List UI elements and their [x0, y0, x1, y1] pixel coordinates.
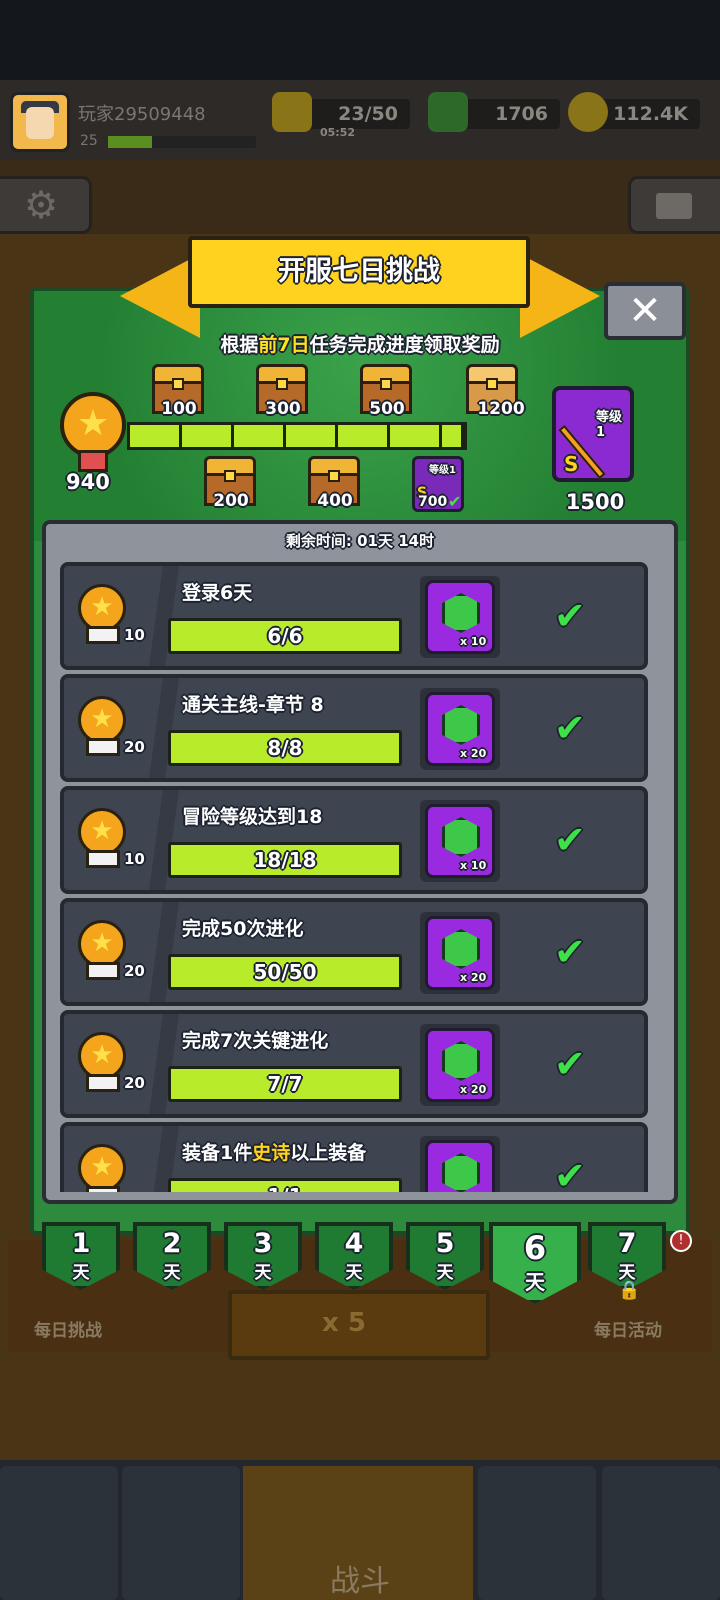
star-icon: ★: [76, 403, 110, 444]
task-row: ★ 10 冒险等级达到18 18/18 x 10 ✔: [60, 786, 648, 894]
coin-add-icon[interactable]: [568, 92, 608, 132]
fight-label: 战斗: [330, 1564, 390, 1599]
milestone-label-400: 400: [317, 491, 353, 511]
total-points: 940: [66, 470, 110, 494]
remaining-time: 剩余时间: 01天 14时: [285, 532, 435, 550]
check-icon: ✔: [554, 1154, 586, 1192]
milestone-label-300: 300: [265, 399, 301, 419]
star-icon: ★: [78, 1032, 126, 1080]
gem-reward[interactable]: x 10: [425, 580, 495, 654]
star-icon: ★: [78, 808, 126, 856]
nav-evolution[interactable]: [602, 1466, 720, 1600]
gem-icon: [442, 1153, 480, 1192]
check-icon: ✔: [554, 930, 586, 974]
gem-reward[interactable]: x 20: [425, 916, 495, 990]
popup-subtitle: 根据前7日任务完成进度领取奖励: [220, 334, 500, 356]
status-bar: [0, 0, 720, 80]
task-row: ★ 20 完成50次进化 50/50 x 20 ✔: [60, 898, 648, 1006]
gem-reward[interactable]: x 20: [425, 1028, 495, 1102]
task-name: 装备1件史诗以上装备: [182, 1142, 367, 1164]
task-name: 冒险等级达到18: [182, 806, 323, 828]
star-icon: ★: [78, 696, 126, 744]
check-icon: ✔: [554, 818, 586, 862]
energy-timer: 05:52: [320, 126, 356, 139]
task-points: 20: [124, 738, 145, 756]
screen: 玩家29509448 25 23/50 05:52 1706 112.4K ⚙ …: [0, 0, 720, 1600]
player-xp-bar: [108, 136, 256, 148]
check-icon: ✔: [554, 706, 586, 750]
task-name: 通关主线-章节 8: [182, 694, 324, 716]
gem-reward[interactable]: x 20: [425, 692, 495, 766]
nav-shop[interactable]: [0, 1466, 118, 1600]
mail-button[interactable]: [628, 176, 720, 234]
popup-title: 开服七日挑战: [188, 236, 530, 308]
settings-button[interactable]: ⚙: [0, 176, 92, 234]
task-points: 10: [124, 626, 145, 644]
gem-icon: [442, 593, 480, 633]
task-progress: 1/1: [168, 1178, 402, 1192]
task-list-box: 剩余时间: 01天 14时 ★ 10 登录6天 6/6 x 10 ✔ ★ 20 …: [42, 520, 678, 1204]
daily-challenge-label[interactable]: 每日挑战: [34, 1316, 102, 1341]
task-list[interactable]: ★ 10 登录6天 6/6 x 10 ✔ ★ 20 通关主线-章节 8 8/8 …: [60, 562, 660, 1192]
task-name: 完成50次进化: [182, 918, 304, 940]
task-points: 20: [124, 962, 145, 980]
check-icon: ✔: [554, 1042, 586, 1086]
gem-add-icon[interactable]: [428, 92, 468, 132]
task-progress: 7/7: [168, 1066, 402, 1102]
task-points: 10: [124, 850, 145, 868]
title-arrow-right: [520, 254, 600, 338]
gem-icon: [442, 929, 480, 969]
final-reward-sword[interactable]: 等级1 S: [552, 386, 634, 482]
task-progress: 6/6: [168, 618, 402, 654]
star-icon: ★: [78, 920, 126, 968]
daily-event-label[interactable]: 每日活动: [594, 1316, 662, 1341]
energy-icon[interactable]: [272, 92, 312, 132]
task-progress: 18/18: [168, 842, 402, 878]
task-row: ★ 装备1件史诗以上装备 1/1 ✔: [60, 1122, 648, 1192]
gem-reward[interactable]: x 10: [425, 804, 495, 878]
gem-icon: [442, 705, 480, 745]
notification-badge: !: [670, 1230, 692, 1252]
task-row: ★ 20 完成7次关键进化 7/7 x 20 ✔: [60, 1010, 648, 1118]
gem-icon: [442, 1041, 480, 1081]
energy-counter: 23/50: [302, 99, 410, 129]
gear-icon: ⚙: [24, 183, 59, 227]
task-row: ★ 10 登录6天 6/6 x 10 ✔: [60, 562, 648, 670]
avatar[interactable]: [10, 92, 70, 152]
task-name: 登录6天: [182, 582, 253, 604]
check-icon: ✔: [554, 594, 586, 638]
energy-cost: x 5: [322, 1308, 366, 1338]
task-name: 完成7次关键进化: [182, 1030, 329, 1052]
gem-icon: [442, 817, 480, 857]
milestone-label-500: 500: [369, 399, 405, 419]
close-icon: ✕: [628, 288, 662, 334]
energy-cost-panel: x 5: [228, 1290, 490, 1360]
star-icon: ★: [78, 584, 126, 632]
task-progress: 50/50: [168, 954, 402, 990]
nav-equipment[interactable]: [122, 1466, 240, 1600]
star-icon: ★: [78, 1144, 126, 1192]
player-name: 玩家29509448: [78, 104, 206, 125]
player-level: 25: [80, 133, 98, 149]
task-points: 20: [124, 1074, 145, 1092]
mail-icon: [656, 193, 692, 219]
milestone-label-100: 100: [161, 399, 197, 419]
lock-icon: 🔒: [618, 1280, 641, 1301]
task-progress: 8/8: [168, 730, 402, 766]
milestone-label-700: 700: [418, 494, 448, 510]
milestone-label-1200: 1200: [477, 399, 525, 419]
points-progress-track: [127, 422, 467, 450]
check-icon: ✔: [448, 492, 462, 511]
points-medal: ★: [60, 392, 126, 472]
task-row: ★ 20 通关主线-章节 8 8/8 x 20 ✔: [60, 674, 648, 782]
gem-reward[interactable]: [425, 1140, 495, 1192]
final-reward-points: 1500: [565, 490, 625, 514]
milestone-label-200: 200: [213, 491, 249, 511]
nav-talents[interactable]: [478, 1466, 596, 1600]
